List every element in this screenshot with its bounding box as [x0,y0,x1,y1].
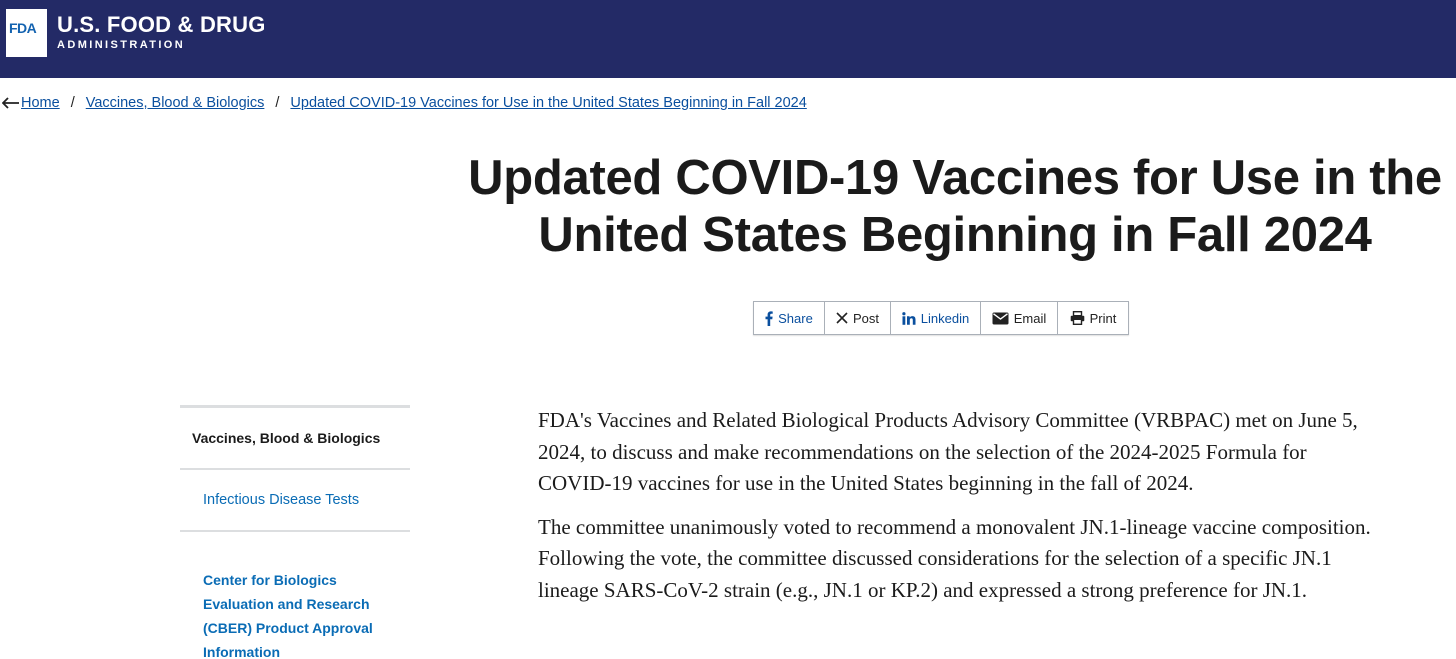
facebook-icon [765,310,773,326]
sidebar-heading[interactable]: Vaccines, Blood & Biologics [180,408,410,468]
share-facebook-button[interactable]: Share [754,302,825,334]
share-linkedin-label: Linkedin [920,310,970,326]
printer-icon [1070,311,1085,325]
breadcrumb-separator: / [70,95,75,111]
share-email-label: Email [1013,310,1047,326]
agency-subtitle: ADMINISTRATION [57,39,186,51]
arrow-left-icon [2,93,20,113]
sidebar-item-cber-product-approval[interactable]: Center for Biologics Evaluation and Rese… [180,532,390,659]
sidebar-nav: Vaccines, Blood & Biologics Infectious D… [180,405,410,659]
linkedin-icon [902,311,916,325]
x-icon [836,312,848,324]
fda-logo[interactable]: FDA [6,9,47,57]
agency-name[interactable]: U.S. FOOD & DRUG [57,12,266,38]
article-paragraph: FDA's Vaccines and Related Biological Pr… [538,408,1358,495]
breadcrumb: Home / Vaccines, Blood & Biologics / Upd… [2,93,807,113]
print-label: Print [1089,310,1117,326]
share-facebook-label: Share [778,310,813,326]
share-email-button[interactable]: Email [981,302,1058,334]
breadcrumb-separator: / [275,95,280,111]
article-paragraph: The committee unanimously voted to recom… [538,514,1371,602]
article-body: FDA's Vaccines and Related Biological Pr… [538,405,1378,618]
sidebar-item-infectious-disease-tests[interactable]: Infectious Disease Tests [180,470,410,530]
page-title: Updated COVID-19 Vaccines for Use in the… [468,151,1442,262]
share-toolbar: Share Post Linkedin Email Print [753,301,1129,335]
breadcrumb-vaccines-link[interactable]: Vaccines, Blood & Biologics [86,95,265,111]
share-x-label: Post [852,310,879,326]
print-button[interactable]: Print [1058,302,1128,334]
site-header: FDA U.S. FOOD & DRUG ADMINISTRATION [0,0,1456,78]
envelope-icon [992,312,1009,325]
share-linkedin-button[interactable]: Linkedin [891,302,981,334]
breadcrumb-current-page-link[interactable]: Updated COVID-19 Vaccines for Use in the… [290,95,806,111]
breadcrumb-home-link[interactable]: Home [21,95,60,111]
share-x-button[interactable]: Post [825,302,891,334]
fda-logo-text: FDA [9,20,37,36]
